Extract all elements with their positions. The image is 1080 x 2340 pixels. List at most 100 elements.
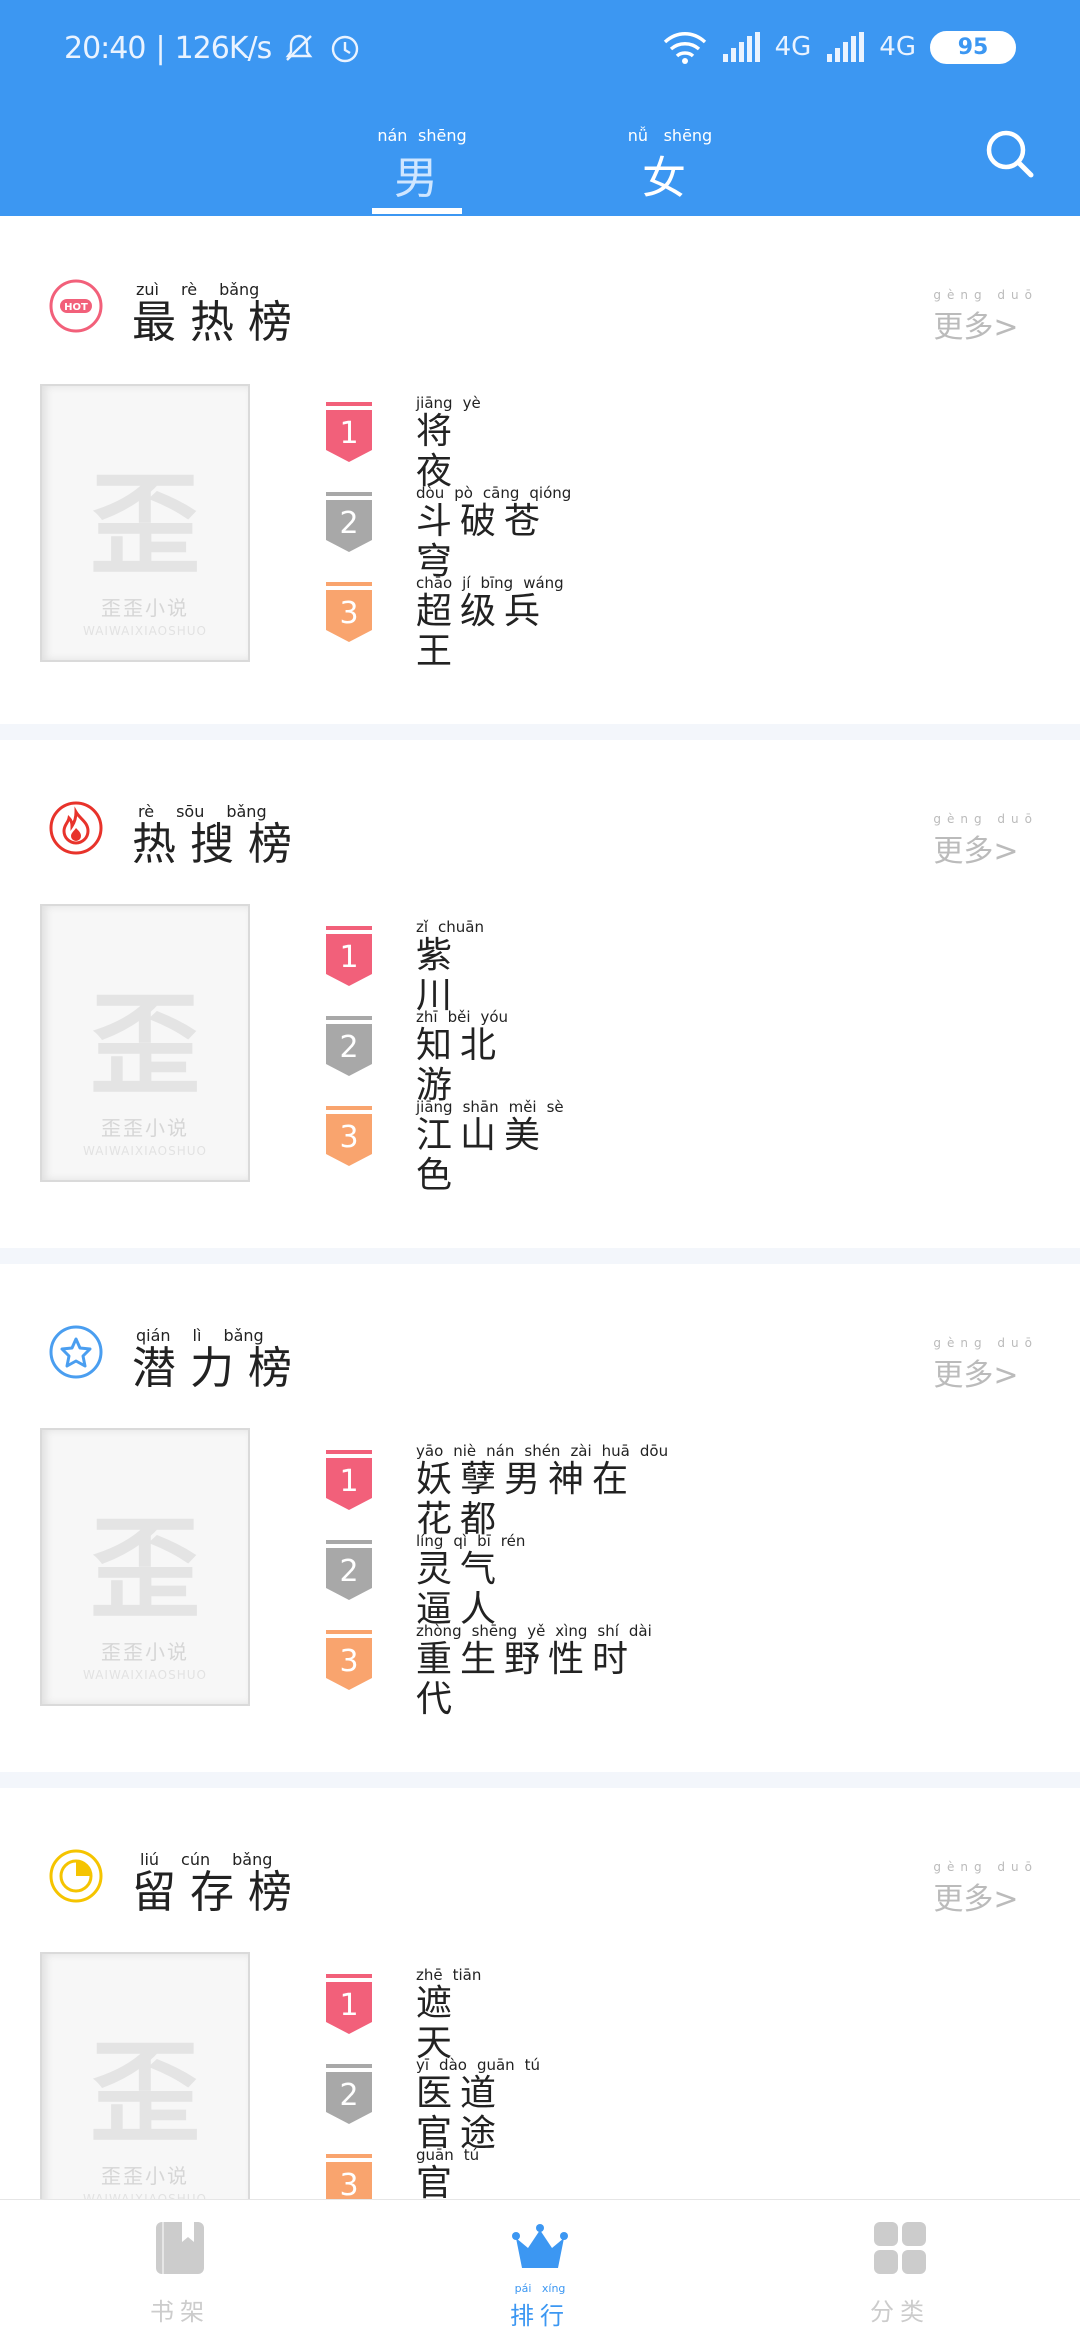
pinyin: zhē bbox=[416, 1966, 443, 1984]
crown-icon bbox=[512, 2224, 568, 2268]
pinyin: huā bbox=[601, 1442, 630, 1460]
tab-female[interactable]: nǚ shēng 女生 bbox=[620, 126, 720, 268]
book-title: 医道官途 bbox=[416, 2073, 505, 2154]
section-title: qián lì bǎng 潜力榜 bbox=[132, 1326, 306, 1393]
pinyin: dòu bbox=[416, 484, 445, 502]
nav-label: 分类 bbox=[870, 2298, 930, 2326]
pinyin: duō bbox=[997, 288, 1038, 302]
cover-subcaption: WAIWAIXIAOSHUO bbox=[83, 1144, 207, 1158]
nav-bookshelf[interactable]: 书架 bbox=[80, 2200, 280, 2340]
cover-subcaption: WAIWAIXIAOSHUO bbox=[83, 624, 207, 638]
status-divider: | bbox=[155, 30, 165, 66]
pinyin: guān bbox=[416, 2146, 454, 2164]
pinyin: yī bbox=[416, 2056, 430, 2074]
pinyin: niè bbox=[453, 1442, 477, 1460]
pinyin: tú bbox=[463, 2146, 480, 2164]
pinyin: wáng bbox=[523, 574, 564, 592]
section-title-text: 热搜榜 bbox=[132, 819, 306, 870]
pinyin: guān bbox=[476, 2056, 515, 2074]
network-label-2: 4G bbox=[879, 32, 916, 62]
pinyin: yóu bbox=[480, 1008, 509, 1026]
cover-logo: 歪 bbox=[90, 982, 200, 1110]
status-bar: 20:40 | 126K/s 4G 4G 95 bbox=[0, 0, 1080, 100]
pinyin: gèng bbox=[933, 812, 988, 826]
section-title-text: 最热榜 bbox=[132, 297, 306, 348]
more-label: 更多> bbox=[933, 834, 1019, 869]
pinyin: dōu bbox=[639, 1442, 669, 1460]
rank-number: 1 bbox=[339, 1988, 359, 2023]
cover-caption: 歪歪小说 bbox=[101, 596, 189, 620]
book-cover[interactable]: 歪 歪歪小说 WAIWAIXIAOSHUO bbox=[40, 1952, 250, 2230]
book-cover[interactable]: 歪 歪歪小说 WAIWAIXIAOSHUO bbox=[40, 1428, 250, 1706]
nav-ranking[interactable]: pái xíng 排行 bbox=[440, 2200, 640, 2340]
book-cover[interactable]: 歪 歪歪小说 WAIWAIXIAOSHUO bbox=[40, 904, 250, 1182]
pinyin: rén bbox=[500, 1532, 526, 1550]
pinyin: dài bbox=[628, 1622, 652, 1640]
cover-caption: 歪歪小说 bbox=[101, 1116, 189, 1140]
mute-bell-icon bbox=[285, 34, 313, 61]
pinyin: líng bbox=[416, 1532, 444, 1550]
more-label: 更多> bbox=[933, 1882, 1019, 1917]
pinyin: yě bbox=[527, 1622, 546, 1640]
rank-number: 2 bbox=[339, 1554, 359, 1589]
section-title: rè sōu bǎng 热搜榜 bbox=[132, 802, 306, 869]
book-title: 知北游 bbox=[416, 1025, 505, 1106]
pinyin: bīng bbox=[480, 574, 514, 592]
pinyin: shén bbox=[524, 1442, 561, 1460]
svg-text:HOT: HOT bbox=[64, 302, 88, 313]
top-header: 20:40 | 126K/s 4G 4G 95 nán shēng 男生 nǚ … bbox=[0, 0, 1080, 268]
signal-icon bbox=[722, 32, 760, 62]
cover-logo: 歪 bbox=[90, 2030, 200, 2158]
pinyin: zhī bbox=[416, 1008, 438, 1026]
more-link[interactable]: gèng duō 更多> bbox=[933, 812, 1038, 870]
flame-icon bbox=[49, 801, 103, 855]
rank-number: 1 bbox=[339, 940, 359, 975]
pinyin: duō bbox=[997, 1860, 1038, 1874]
pinyin: cāng bbox=[482, 484, 520, 502]
rank-number: 1 bbox=[339, 1464, 359, 1499]
section-title-text: 潜力榜 bbox=[132, 1343, 306, 1394]
ranking-section-potential: qián lì bǎng 潜力榜 gèng duō 更多> 歪 歪歪小说 WAIWA… bbox=[0, 1264, 1080, 1772]
more-link[interactable]: gèng duō 更多> bbox=[933, 1336, 1038, 1394]
cover-logo: 歪 bbox=[90, 1506, 200, 1634]
more-link[interactable]: gèng duō 更多> bbox=[933, 1860, 1038, 1918]
status-left: 20:40 | 126K/s bbox=[64, 30, 363, 66]
pinyin: chāo bbox=[416, 574, 453, 592]
pie-chart-icon bbox=[49, 1849, 103, 1903]
alarm-icon bbox=[332, 35, 359, 63]
nav-category[interactable]: 分类 bbox=[800, 2200, 1000, 2340]
tab-male[interactable]: nán shēng 男生 bbox=[372, 126, 472, 268]
cover-logo: 歪 bbox=[90, 462, 200, 590]
pinyin: shí bbox=[597, 1622, 619, 1640]
pinyin: sè bbox=[546, 1098, 564, 1116]
grid-icon bbox=[874, 2222, 926, 2274]
pinyin: dào bbox=[439, 2056, 467, 2074]
pinyin: tiān bbox=[452, 1966, 482, 1984]
bottom-navigation: 书架 pái xíng 排行 分类 bbox=[0, 2199, 1080, 2340]
pinyin: duō bbox=[997, 1336, 1038, 1350]
nav-label: 排行 bbox=[510, 2302, 570, 2330]
status-net-speed: 126K/s bbox=[174, 30, 273, 66]
status-time: 20:40 bbox=[64, 30, 146, 66]
pinyin: qióng bbox=[529, 484, 572, 502]
more-label: 更多> bbox=[933, 1358, 1019, 1393]
book-title: 灵气逼人 bbox=[416, 1549, 505, 1630]
pinyin: xíng bbox=[541, 2282, 566, 2295]
more-label: 更多> bbox=[933, 310, 1019, 345]
cover-caption: 歪歪小说 bbox=[101, 1640, 189, 1664]
pinyin: bī bbox=[477, 1532, 491, 1550]
pinyin: shān bbox=[462, 1098, 499, 1116]
status-right: 4G 4G 95 bbox=[663, 30, 1016, 64]
rank-number: 3 bbox=[339, 1120, 359, 1155]
more-link[interactable]: gèng duō 更多> bbox=[933, 288, 1038, 346]
rank-number: 2 bbox=[339, 506, 359, 541]
pinyin: tú bbox=[524, 2056, 541, 2074]
section-title: zuì rè bǎng 最热榜 bbox=[132, 280, 306, 347]
book-cover[interactable]: 歪 歪歪小说 WAIWAIXIAOSHUO bbox=[40, 384, 250, 662]
tab-active-indicator bbox=[372, 208, 462, 214]
pinyin: yāo bbox=[416, 1442, 444, 1460]
pinyin: měi bbox=[508, 1098, 537, 1116]
pinyin: zhòng bbox=[416, 1622, 462, 1640]
section-title-text: 留存榜 bbox=[132, 1867, 306, 1918]
search-icon[interactable] bbox=[984, 128, 1036, 180]
